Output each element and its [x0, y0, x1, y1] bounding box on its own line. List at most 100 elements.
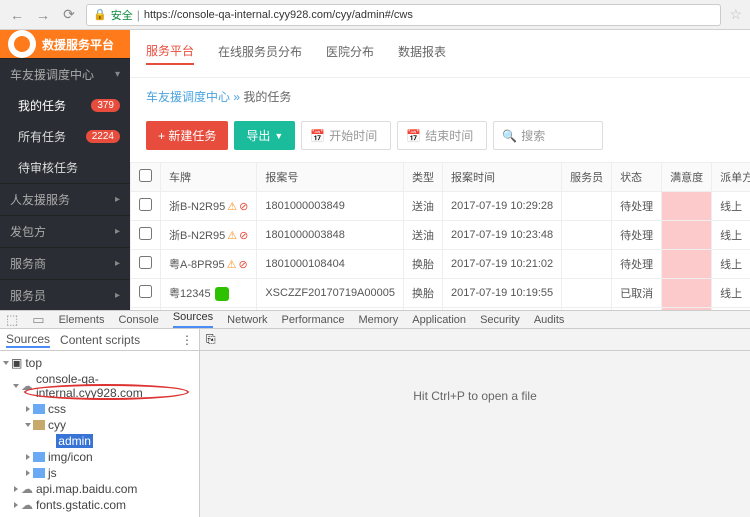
- device-icon[interactable]: ▭: [32, 312, 44, 328]
- triangle-icon: [3, 361, 9, 365]
- tab-security[interactable]: Security: [480, 314, 520, 326]
- column-header: 报案号: [257, 163, 404, 192]
- column-header: 派单方式: [712, 163, 750, 192]
- browser-toolbar: ← → ⟳ 🔒 安全 | https://console-qa-internal…: [0, 0, 750, 30]
- tab-service-platform[interactable]: 服务平台: [146, 42, 194, 65]
- tree-cyy[interactable]: cyy: [4, 417, 195, 433]
- sidebar-item-pending[interactable]: 待审核任务: [0, 152, 130, 183]
- type-cell: 送油: [404, 192, 443, 221]
- editor-tabs-icon[interactable]: ⎘: [206, 332, 216, 347]
- row-checkbox[interactable]: [139, 198, 152, 211]
- sidebar-item-all-tasks[interactable]: 所有任务 2224: [0, 121, 130, 152]
- tree-top[interactable]: ▣top: [4, 355, 195, 371]
- sidebar-group-label: 发包方: [10, 223, 46, 240]
- tab-audits[interactable]: Audits: [534, 314, 565, 326]
- tab-elements[interactable]: Elements: [59, 314, 105, 326]
- brand-name: 救援服务平台: [42, 36, 114, 53]
- method-cell: 线上: [712, 221, 750, 250]
- placeholder: 结束时间: [425, 127, 473, 144]
- status-cell: 待处理: [612, 192, 662, 221]
- sidebar-group-label: 服务商: [10, 255, 46, 272]
- warning-icon: ⚠: [227, 259, 237, 271]
- time-cell: 2017-07-19 10:21:02: [443, 250, 562, 279]
- back-button[interactable]: ←: [8, 6, 26, 24]
- chevron-right-icon: ▸: [115, 290, 120, 301]
- sidebar-item-my-tasks[interactable]: 我的任务 379: [0, 90, 130, 121]
- new-task-button[interactable]: + 新建任务: [146, 121, 228, 150]
- address-bar[interactable]: 🔒 安全 | https://console-qa-internal.cyy92…: [86, 4, 721, 26]
- table-row[interactable]: 浙B-N2R95⚠⊘1801000003849送油2017-07-19 10:2…: [131, 192, 750, 221]
- sidebar-group-1[interactable]: 人友援服务▸: [0, 183, 130, 215]
- sidebar-group-4[interactable]: 服务员▸: [0, 279, 130, 311]
- table-row[interactable]: 浙B-N2R95⚠⊘1801000003847送油2017-07-19 09:3…: [131, 308, 750, 310]
- tab-performance[interactable]: Performance: [282, 314, 345, 326]
- sidebar-group-3[interactable]: 服务商▸: [0, 247, 130, 279]
- breadcrumb-root[interactable]: 车友援调度中心: [146, 90, 230, 104]
- sidebar-group-label: 人友援服务: [10, 191, 70, 208]
- column-header: 报案时间: [443, 163, 562, 192]
- tree-baidu[interactable]: ☁api.map.baidu.com: [4, 481, 195, 497]
- row-checkbox[interactable]: [139, 227, 152, 240]
- tab-application[interactable]: Application: [412, 314, 466, 326]
- column-header: 服务员: [562, 163, 612, 192]
- triangle-icon: [26, 470, 30, 476]
- column-header: [131, 163, 161, 192]
- status-cell: 已取消: [612, 279, 662, 308]
- end-date-input[interactable]: 📅结束时间: [397, 121, 487, 150]
- sidebar-item-label: 所有任务: [18, 128, 66, 145]
- export-button[interactable]: 导出▼: [234, 121, 295, 150]
- breadcrumb: 车友援调度中心 » 我的任务: [130, 78, 750, 115]
- type-cell: 送油: [404, 308, 443, 310]
- select-all-checkbox[interactable]: [139, 169, 152, 182]
- staff-cell: [562, 192, 612, 221]
- triangle-icon: [25, 423, 31, 427]
- tab-reports[interactable]: 数据报表: [398, 43, 446, 64]
- brand-header: 救援服务平台: [0, 30, 130, 58]
- file-icon: ▪: [49, 434, 53, 448]
- tab-memory[interactable]: Memory: [359, 314, 399, 326]
- row-checkbox[interactable]: [139, 285, 152, 298]
- tree-js[interactable]: js: [4, 465, 195, 481]
- sidebar: 救援服务平台 车友援调度中心 ▾ 我的任务 379 所有任务 2224 待审核任…: [0, 30, 130, 310]
- more-icon[interactable]: ⋮: [181, 333, 193, 347]
- row-checkbox[interactable]: [139, 256, 152, 269]
- tab-hospital[interactable]: 医院分布: [326, 43, 374, 64]
- tab-console[interactable]: Console: [118, 314, 158, 326]
- tree-gstatic[interactable]: ☁fonts.gstatic.com: [4, 497, 195, 513]
- tab-network[interactable]: Network: [227, 314, 267, 326]
- bookmark-icon[interactable]: ☆: [729, 6, 742, 23]
- case-cell: 1801000108404: [257, 250, 404, 279]
- subtab-content-scripts[interactable]: Content scripts: [60, 333, 140, 347]
- folder-open-icon: [33, 420, 45, 430]
- tree-admin[interactable]: ▪admin: [4, 433, 195, 449]
- satisfaction-cell: [662, 221, 712, 250]
- tree-img[interactable]: img/icon: [4, 449, 195, 465]
- caret-down-icon: ▼: [274, 131, 283, 141]
- tab-sources[interactable]: Sources: [173, 311, 213, 328]
- reload-button[interactable]: ⟳: [60, 6, 78, 24]
- subtab-sources[interactable]: Sources: [6, 332, 50, 348]
- sidebar-group-2[interactable]: 发包方▸: [0, 215, 130, 247]
- table-row[interactable]: 粤A-8PR95⚠⊘1801000108404换胎2017-07-19 10:2…: [131, 250, 750, 279]
- top-nav: 服务平台 在线服务员分布 医院分布 数据报表: [130, 30, 750, 78]
- status-cell: 待处理: [612, 221, 662, 250]
- chevron-down-icon: ▾: [115, 69, 120, 80]
- sidebar-group-dispatch[interactable]: 车友援调度中心 ▾: [0, 58, 130, 90]
- staff-cell: [562, 250, 612, 279]
- search-input[interactable]: 🔍搜索: [493, 121, 603, 150]
- tree-css[interactable]: css: [4, 401, 195, 417]
- tree-domain[interactable]: ☁console-qa-internal.cyy928.com: [4, 371, 195, 401]
- table-row[interactable]: 浙B-N2R95⚠⊘1801000003848送油2017-07-19 10:2…: [131, 221, 750, 250]
- task-table: 车牌报案号类型报案时间服务员状态满意度派单方式 浙B-N2R95⚠⊘180100…: [130, 162, 750, 310]
- staff-cell: [562, 279, 612, 308]
- time-cell: 2017-07-19 10:29:28: [443, 192, 562, 221]
- sidebar-item-label: 我的任务: [18, 97, 66, 114]
- table-row[interactable]: 粤12345XSCZZF20170719A00005换胎2017-07-19 1…: [131, 279, 750, 308]
- forward-button[interactable]: →: [34, 6, 52, 24]
- start-date-input[interactable]: 📅开始时间: [301, 121, 391, 150]
- triangle-icon: [14, 502, 18, 508]
- sources-editor-panel: ⎘ Hit Ctrl+P to open a file: [200, 329, 750, 517]
- url-text: https://console-qa-internal.cyy928.com/c…: [144, 9, 413, 21]
- tab-online-staff[interactable]: 在线服务员分布: [218, 43, 302, 64]
- inspect-icon[interactable]: ⬚: [6, 312, 18, 328]
